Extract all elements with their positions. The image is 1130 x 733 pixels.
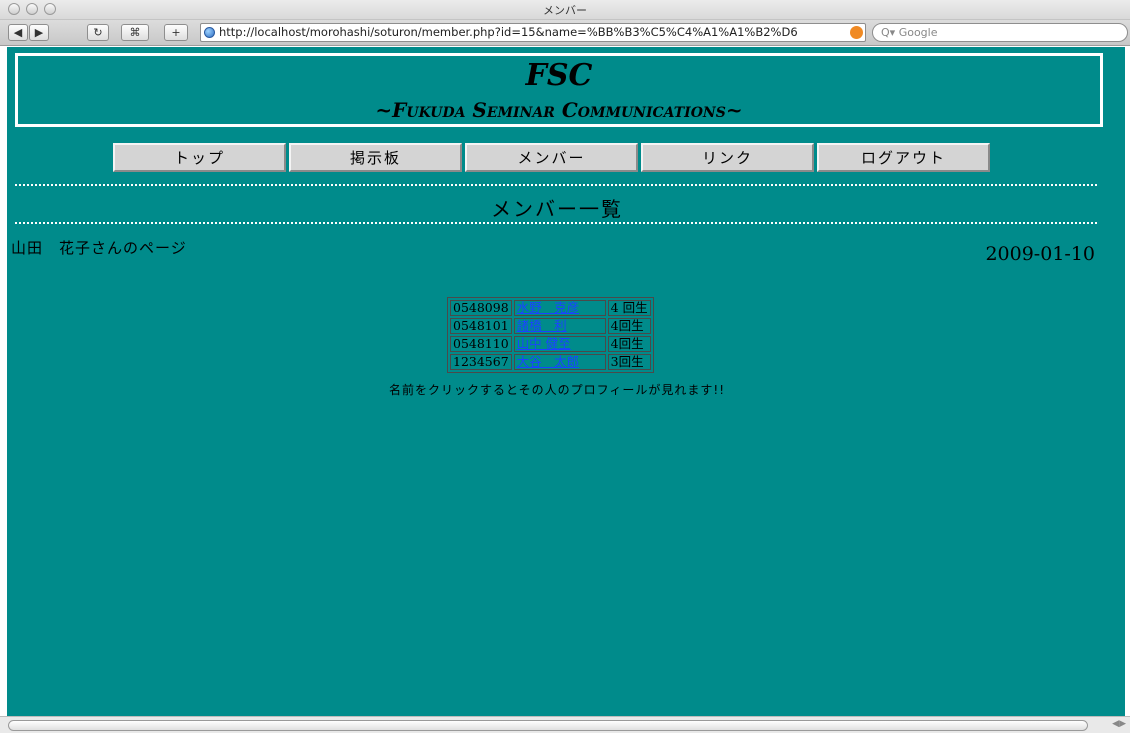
search-input[interactable]: Q▾ Google: [872, 23, 1128, 42]
rss-icon[interactable]: [850, 26, 863, 39]
search-placeholder: Google: [898, 26, 938, 39]
member-id: 0548110: [450, 336, 512, 352]
site-subtitle: ~Fukuda Seminar Communications~: [375, 98, 743, 122]
forward-button[interactable]: ▶: [29, 24, 49, 41]
main-nav: トップ 掲示板 メンバー リンク ログアウト: [113, 143, 993, 172]
nav-members-button[interactable]: メンバー: [465, 143, 638, 172]
member-table: 0548098 水野 克彦 4 回生 0548101 諸橋 利 4回生 0548…: [447, 297, 654, 373]
table-row: 0548098 水野 克彦 4 回生: [450, 300, 651, 316]
table-row: 1234567 大谷 太郎 3回生: [450, 354, 651, 370]
member-name-link[interactable]: 水野 克彦: [513, 300, 606, 316]
nav-top-button[interactable]: トップ: [113, 143, 286, 172]
add-bookmark-button[interactable]: +: [164, 24, 188, 41]
address-url: http://localhost/morohashi/soturon/membe…: [219, 25, 798, 39]
member-grade: 4 回生: [607, 300, 651, 316]
section-title: メンバー一覧: [491, 197, 623, 221]
date-label: 2009-01-10: [985, 243, 1095, 265]
reload-button[interactable]: ↻: [87, 24, 109, 41]
table-row: 0548101 諸橋 利 4回生: [450, 318, 651, 334]
table-row: 0548110 山中 健至 4回生: [450, 336, 651, 352]
scroll-arrows-icon[interactable]: ◀▶: [1112, 719, 1126, 729]
member-name-link[interactable]: 諸橋 利: [513, 318, 606, 334]
member-grade: 4回生: [607, 318, 651, 334]
window-title: メンバー: [543, 4, 587, 17]
nav-logout-button[interactable]: ログアウト: [817, 143, 990, 172]
member-name-link[interactable]: 大谷 太郎: [513, 354, 606, 370]
divider: [15, 222, 1097, 224]
member-grade: 4回生: [607, 336, 651, 352]
member-grade: 3回生: [607, 354, 651, 370]
member-id: 0548101: [450, 318, 512, 334]
member-id: 0548098: [450, 300, 512, 316]
page-viewport: FSC ~Fukuda Seminar Communications~ トップ …: [7, 47, 1125, 716]
member-name-link[interactable]: 山中 健至: [513, 336, 606, 352]
bookmarks-button[interactable]: ⌘: [121, 24, 149, 41]
nav-board-button[interactable]: 掲示板: [289, 143, 462, 172]
back-button[interactable]: ◀: [8, 24, 28, 41]
site-header: FSC ~Fukuda Seminar Communications~: [15, 53, 1103, 127]
scrollbar-thumb[interactable]: [8, 720, 1088, 731]
address-bar[interactable]: http://localhost/morohashi/soturon/membe…: [200, 23, 866, 42]
browser-toolbar: ◀ ▶ ↻ ⌘ + http://localhost/morohashi/sot…: [0, 20, 1130, 46]
member-id: 1234567: [450, 354, 512, 370]
user-page-label: 山田 花子さんのページ: [11, 239, 187, 257]
search-icon: Q▾: [881, 26, 899, 39]
horizontal-scrollbar[interactable]: ◀▶: [0, 716, 1130, 733]
nav-links-button[interactable]: リンク: [641, 143, 814, 172]
window-titlebar: メンバー: [0, 0, 1130, 20]
profile-hint: 名前をクリックするとその人のプロフィールが見れます!!: [388, 383, 726, 397]
divider: [15, 184, 1097, 186]
globe-icon: [204, 27, 215, 38]
site-title: FSC: [525, 58, 593, 93]
